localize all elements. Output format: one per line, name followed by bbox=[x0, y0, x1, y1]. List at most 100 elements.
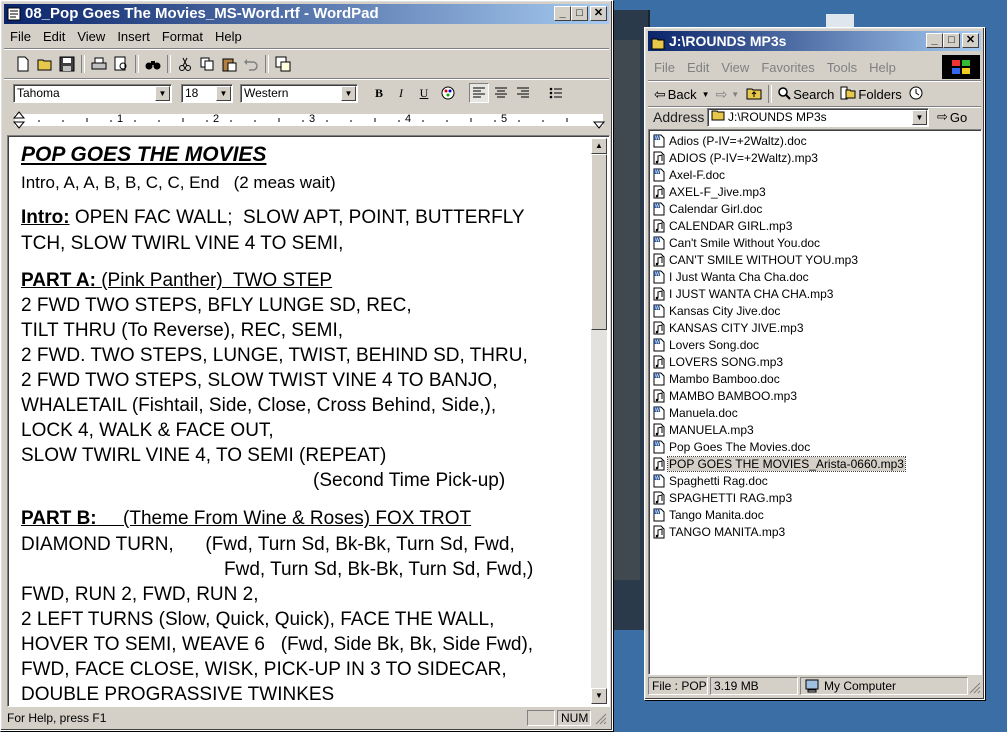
close-button[interactable]: ✕ bbox=[590, 6, 607, 21]
file-list-item[interactable]: AXEL-F_Jive.mp3 bbox=[653, 184, 767, 200]
file-list-item[interactable]: W I Just Wanta Cha Cha.doc bbox=[653, 269, 810, 285]
word-document-icon: W bbox=[653, 168, 665, 182]
file-list-item[interactable]: W Pop Goes The Movies.doc bbox=[653, 439, 811, 455]
chevron-down-icon[interactable]: ▼ bbox=[216, 86, 231, 101]
font-size-combo[interactable]: 18 ▼ bbox=[181, 84, 233, 103]
file-list-item[interactable]: MAMBO BAMBOO.mp3 bbox=[653, 388, 798, 404]
bullets-icon[interactable] bbox=[546, 83, 566, 103]
print-preview-icon[interactable] bbox=[110, 53, 132, 75]
menu-favorites[interactable]: Favorites bbox=[755, 58, 820, 77]
file-list-item[interactable]: MANUELA.mp3 bbox=[653, 422, 755, 438]
search-button[interactable]: Search bbox=[775, 86, 836, 103]
open-folder-icon[interactable] bbox=[34, 53, 56, 75]
script-combo[interactable]: Western ▼ bbox=[240, 84, 358, 103]
insert-datetime-icon[interactable] bbox=[272, 53, 294, 75]
align-center-icon[interactable] bbox=[491, 83, 511, 103]
history-icon[interactable] bbox=[906, 85, 926, 104]
doc-line: SLOW TWIRL VINE 4, TO SEMI (REPEAT) bbox=[21, 445, 387, 466]
file-list-item[interactable]: W Calendar Girl.doc bbox=[653, 201, 763, 217]
underline-button[interactable]: U bbox=[414, 83, 434, 103]
menu-insert[interactable]: Insert bbox=[111, 27, 156, 46]
file-list-item[interactable]: W Can't Smile Without You.doc bbox=[653, 235, 821, 251]
file-list-item[interactable]: ADIOS (P-IV=+2Waltz).mp3 bbox=[653, 150, 819, 166]
file-name: KANSAS CITY JIVE.mp3 bbox=[669, 321, 804, 335]
resize-grip-icon[interactable] bbox=[595, 713, 607, 725]
svg-text:W: W bbox=[655, 272, 660, 278]
menu-help[interactable]: Help bbox=[863, 58, 902, 77]
folders-button[interactable]: Folders bbox=[836, 86, 905, 103]
menu-tools[interactable]: Tools bbox=[821, 58, 863, 77]
file-list-item[interactable]: CALENDAR GIRL.mp3 bbox=[653, 218, 793, 234]
maximize-button[interactable]: □ bbox=[943, 33, 960, 48]
status-size: 3.19 MB bbox=[710, 677, 798, 695]
go-button[interactable]: ⇨ Go bbox=[937, 108, 967, 126]
file-list-item[interactable]: W Mambo Bamboo.doc bbox=[653, 371, 781, 387]
menu-file[interactable]: File bbox=[648, 58, 681, 77]
align-left-icon[interactable] bbox=[469, 83, 489, 103]
menu-view[interactable]: View bbox=[71, 27, 111, 46]
bold-button[interactable]: B bbox=[369, 83, 389, 103]
font-size-value: 18 bbox=[185, 86, 199, 100]
undo-icon[interactable] bbox=[240, 53, 262, 75]
maximize-button[interactable]: □ bbox=[571, 6, 588, 21]
font-name-combo[interactable]: Tahoma ▼ bbox=[13, 84, 172, 103]
ruler[interactable]: 1 2 3 4 5 bbox=[9, 110, 606, 131]
file-list-item[interactable]: W Adios (P-IV=+2Waltz).doc bbox=[653, 133, 808, 149]
word-document-icon: W bbox=[653, 474, 665, 488]
new-doc-icon[interactable] bbox=[12, 53, 34, 75]
minimize-button[interactable]: _ bbox=[554, 6, 571, 21]
file-list-item[interactable]: W Spaghetti Rag.doc bbox=[653, 473, 769, 489]
scroll-down-button[interactable]: ▼ bbox=[591, 688, 607, 704]
file-list-item[interactable]: W Tango Manita.doc bbox=[653, 507, 765, 523]
up-folder-icon[interactable] bbox=[743, 86, 765, 103]
svg-text:W: W bbox=[655, 442, 660, 448]
cut-scissors-icon[interactable] bbox=[174, 53, 196, 75]
address-combo[interactable]: J:\ROUNDS MP3s ▼ bbox=[707, 108, 929, 127]
align-right-icon[interactable] bbox=[513, 83, 533, 103]
chevron-down-icon[interactable]: ▼ bbox=[912, 110, 927, 125]
minimize-button[interactable]: _ bbox=[926, 33, 943, 48]
close-button[interactable]: ✕ bbox=[962, 33, 979, 48]
file-list[interactable]: W Adios (P-IV=+2Waltz).doc ADIOS (P-IV=+2W… bbox=[648, 129, 982, 675]
file-list-item[interactable]: SPAGHETTI RAG.mp3 bbox=[653, 490, 793, 506]
document-area[interactable]: POP GOES THE MOVIES Intro, A, A, B, B, C… bbox=[7, 135, 610, 707]
forward-button[interactable]: ⇨ ▼ bbox=[712, 86, 744, 103]
color-palette-icon[interactable] bbox=[438, 83, 458, 103]
file-list-item[interactable]: W Axel-F.doc bbox=[653, 167, 726, 183]
menu-view[interactable]: View bbox=[715, 58, 755, 77]
menu-help[interactable]: Help bbox=[209, 27, 248, 46]
scroll-up-button[interactable]: ▲ bbox=[591, 138, 607, 154]
chevron-down-icon[interactable]: ▼ bbox=[155, 86, 170, 101]
file-list-item[interactable]: I JUST WANTA CHA CHA.mp3 bbox=[653, 286, 834, 302]
svg-text:W: W bbox=[655, 510, 660, 516]
paste-clipboard-icon[interactable] bbox=[218, 53, 240, 75]
back-button[interactable]: ⇦ Back ▼ bbox=[652, 86, 712, 103]
file-list-item[interactable]: TANGO MANITA.mp3 bbox=[653, 524, 786, 540]
italic-button[interactable]: I bbox=[391, 83, 411, 103]
menu-edit[interactable]: Edit bbox=[681, 58, 715, 77]
menu-format[interactable]: Format bbox=[156, 27, 209, 46]
menu-file[interactable]: File bbox=[4, 27, 37, 46]
resize-grip-icon[interactable] bbox=[969, 682, 981, 694]
vertical-scrollbar[interactable]: ▲ ▼ bbox=[591, 138, 607, 704]
file-list-item[interactable]: LOVERS SONG.mp3 bbox=[653, 354, 784, 370]
find-binoculars-icon[interactable] bbox=[142, 53, 164, 75]
save-disk-icon[interactable] bbox=[56, 53, 78, 75]
wordpad-titlebar[interactable]: 08_Pop Goes The Movies_MS-Word.rtf - Wor… bbox=[4, 4, 609, 24]
print-icon[interactable] bbox=[88, 53, 110, 75]
file-list-item[interactable]: CAN'T SMILE WITHOUT YOU.mp3 bbox=[653, 252, 859, 268]
file-list-item[interactable]: W Lovers Song.doc bbox=[653, 337, 760, 353]
audio-file-icon bbox=[653, 287, 665, 301]
chevron-down-icon[interactable]: ▼ bbox=[341, 86, 356, 101]
chevron-down-icon[interactable]: ▼ bbox=[702, 90, 710, 99]
chevron-down-icon[interactable]: ▼ bbox=[731, 90, 739, 99]
scroll-thumb[interactable] bbox=[591, 154, 607, 330]
doc-line: 2 LEFT TURNS (Slow, Quick, Quick), FACE … bbox=[21, 609, 495, 630]
file-list-item[interactable]: W Kansas City Jive.doc bbox=[653, 303, 781, 319]
file-list-item[interactable]: KANSAS CITY JIVE.mp3 bbox=[653, 320, 805, 336]
menu-edit[interactable]: Edit bbox=[37, 27, 71, 46]
file-list-item[interactable]: W Manuela.doc bbox=[653, 405, 739, 421]
explorer-titlebar[interactable]: J:\ROUNDS MP3s _ □ ✕ bbox=[648, 31, 981, 51]
file-list-item[interactable]: POP GOES THE MOVIES_Arista-0660.mp3 bbox=[653, 456, 906, 472]
copy-icon[interactable] bbox=[196, 53, 218, 75]
